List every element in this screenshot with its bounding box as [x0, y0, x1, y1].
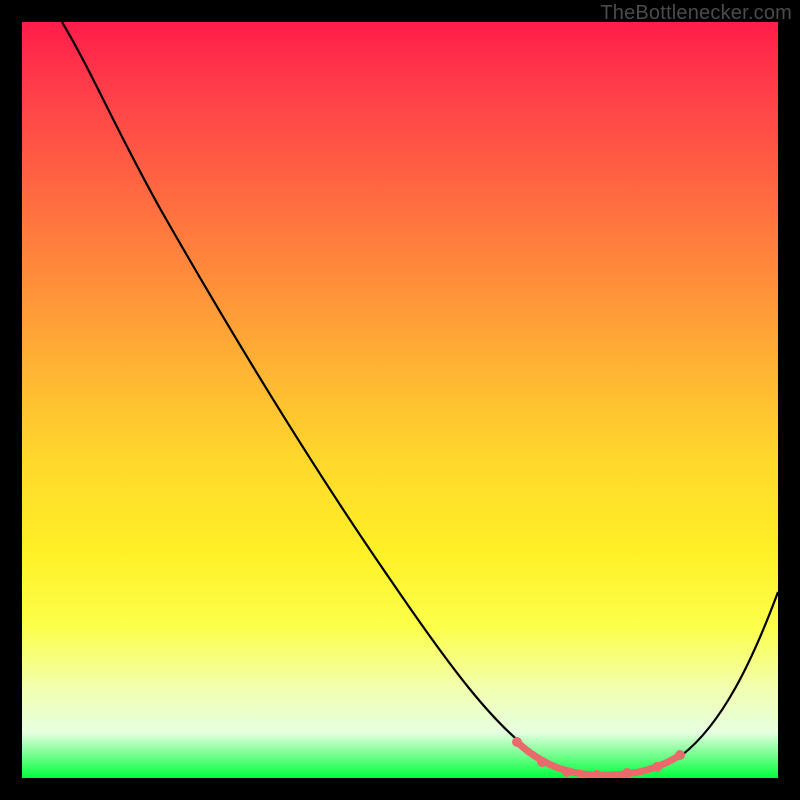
bottleneck-curve [62, 22, 778, 775]
chart-plot-area [22, 22, 778, 778]
accent-dot [592, 770, 602, 778]
watermark-text: TheBottlenecker.com [600, 2, 792, 25]
accent-dot [537, 757, 547, 767]
accent-dot [622, 768, 632, 778]
accent-dot [562, 767, 572, 777]
chart-svg [22, 22, 778, 778]
accent-dot [675, 750, 685, 760]
accent-dot [652, 762, 662, 772]
accent-dot [512, 737, 522, 747]
